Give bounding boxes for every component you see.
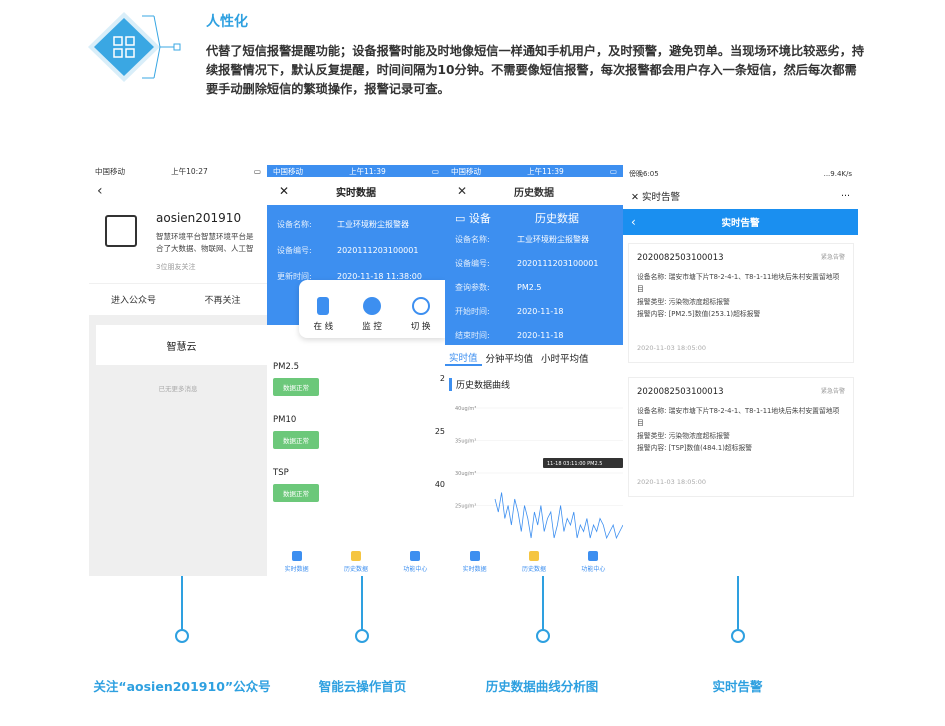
back-icon[interactable]: ‹ <box>97 183 103 199</box>
no-more-messages: 已无更多消息 <box>158 385 198 393</box>
caption-history-chart: 历史数据曲线分析图 <box>485 679 599 694</box>
y-tick-label: 30ug/m³ <box>455 471 476 477</box>
tab-realtime-value[interactable]: 实时值 <box>445 350 482 366</box>
back-icon[interactable]: ‹ <box>631 215 636 229</box>
status-badge: 数据正常 <box>273 431 319 449</box>
function-menu: 在 线 监 控 切 换 <box>299 280 445 338</box>
menu-online[interactable]: 在 线 <box>313 297 333 332</box>
tab-functions[interactable]: 功能中心 <box>581 549 605 576</box>
realtime-data-screen: 中国移动 上午11:39 ▭ ✕ 实时数据 设备名称: 工业环境粉尘报警器 设备编… <box>267 165 445 576</box>
monitor-icon: ▭ <box>455 212 466 225</box>
list-item: TSP 数据正常 40 <box>273 468 445 521</box>
connector-dot <box>355 629 369 643</box>
close-icon[interactable]: ✕ <box>457 184 467 198</box>
tooltip-text: 11-18 03:11:00 PM2.5 <box>547 461 602 467</box>
enter-account-button[interactable]: 进入公众号 <box>89 293 178 306</box>
caption-realtime-alarm: 实时告警 <box>712 679 763 694</box>
camera-icon <box>362 297 381 315</box>
history-tab[interactable]: 历史数据 <box>535 210 579 226</box>
close-icon[interactable]: ✕ <box>279 184 289 198</box>
connector-dot <box>175 629 189 643</box>
chart-title: 历史数据曲线 <box>449 378 510 391</box>
status-bar: 中国移动 上午11:39 ▭ <box>273 166 439 176</box>
caption-home: 智能云操作首页 <box>318 679 407 694</box>
status-bar: 傍晚6:05 ...9.4K/s <box>629 170 852 178</box>
feature-diamond-icon <box>88 12 181 82</box>
history-line-chart: 40ug/m³ 35ug/m³ 30ug/m³ 25ug/m³ 11-18 03:11:… <box>455 406 623 540</box>
query-info: ▭ 设备 历史数据 设备名称: 工业环境粉尘报警器 设备编号: 2020111203… <box>445 205 623 345</box>
cube-icon <box>588 551 599 561</box>
connector-dot <box>731 629 745 643</box>
bottom-tab-bar: 实时数据 历史数据 功能中心 <box>267 549 445 576</box>
online-icon <box>317 297 330 315</box>
feature-title: 人性化 <box>206 14 248 30</box>
alarm-card[interactable]: 2020082503100013 紧急告警 设备名称: 瑞安市塘下片T8-2-4-… <box>628 243 854 363</box>
battery-icon: ▭ <box>253 166 261 176</box>
page-title: 实时告警 <box>721 218 760 229</box>
unfollow-button[interactable]: 不再关注 <box>178 293 267 306</box>
account-name: aosien201910 <box>156 211 242 225</box>
list-item: PM2.5 数据正常 2 <box>273 362 445 415</box>
device-tab[interactable]: ▭ 设备 <box>455 210 535 226</box>
alarm-card[interactable]: 2020082503100013 紧急告警 设备名称: 瑞安市塘下片T8-2-4-… <box>628 377 854 497</box>
page-title: 历史数据 <box>514 187 554 199</box>
connector-line <box>181 576 183 630</box>
page-title: 实时数据 <box>336 187 376 199</box>
book-icon <box>350 551 361 561</box>
alarm-level: 紧急告警 <box>820 254 845 261</box>
close-icon[interactable]: ✕ <box>631 192 639 203</box>
cube-icon <box>410 551 421 561</box>
monitor-icon <box>469 551 480 561</box>
status-badge: 数据正常 <box>273 378 319 396</box>
tab-minute-avg[interactable]: 分钟平均值 <box>482 351 538 365</box>
monitor-icon <box>291 551 302 561</box>
connector-line <box>542 576 544 630</box>
realtime-alarm-screen: 傍晚6:05 ...9.4K/s ✕ 实时告警 ··· ‹ 实时告警 20200… <box>623 165 858 505</box>
battery-icon: ▭ <box>431 166 439 176</box>
value-tabs: 实时值 分钟平均值 小时平均值 <box>445 348 623 368</box>
tab-history[interactable]: 历史数据 <box>522 549 546 576</box>
bottom-tab-bar: 实时数据 历史数据 功能中心 <box>445 549 623 576</box>
friends-following: 3位朋友关注 <box>156 263 196 271</box>
connector-line <box>361 576 363 630</box>
menu-switch[interactable]: 切 换 <box>411 297 430 332</box>
status-badge: 数据正常 <box>273 484 319 502</box>
alarm-level: 紧急告警 <box>820 388 845 395</box>
y-tick-label: 25ug/m³ <box>455 504 476 510</box>
tab-hour-avg[interactable]: 小时平均值 <box>537 351 593 365</box>
wechat-account-screen: 中国移动 上午10:27 ▭ ‹ aosien201910 智慧环境平台智慧环境… <box>89 165 267 576</box>
book-icon <box>528 551 539 561</box>
y-tick-label: 35ug/m³ <box>455 439 476 445</box>
tab-realtime[interactable]: 实时数据 <box>285 549 309 576</box>
tab-functions[interactable]: 功能中心 <box>403 549 427 576</box>
account-description: 智慧环境平台智慧环境平台是 合了大数据、物联网、人工智 <box>156 232 254 253</box>
list-item: PM10 数据正常 25 <box>273 415 445 468</box>
y-tick-label: 40ug/m³ <box>455 406 476 412</box>
battery-icon: ▭ <box>609 166 617 176</box>
connector-line <box>737 576 739 630</box>
menu-card-zhihuiyun[interactable]: 智慧云 <box>96 325 267 365</box>
history-data-screen: 中国移动 上午11:39 ▭ ✕ 历史数据 ▭ 设备 历史数据 设备名称: 工业环… <box>445 165 623 576</box>
tab-history[interactable]: 历史数据 <box>344 549 368 576</box>
feature-description: 代替了短信报警提醒功能；设备报警时能及时地像短信一样通知手机用户，及时预警，避免… <box>206 44 865 96</box>
status-bar: 中国移动 上午11:39 ▭ <box>451 166 617 176</box>
avatar <box>105 215 137 247</box>
connector-dot <box>536 629 550 643</box>
more-icon[interactable]: ··· <box>841 191 850 202</box>
tab-realtime[interactable]: 实时数据 <box>463 549 487 576</box>
switch-icon <box>411 297 430 315</box>
caption-follow-account: 关注“aosien201910”公众号 <box>93 679 271 694</box>
status-bar: 中国移动 上午10:27 ▭ <box>95 166 261 176</box>
series-line <box>494 492 623 540</box>
menu-monitor[interactable]: 监 控 <box>362 297 382 332</box>
nav-title: ✕ 实时告警 <box>631 192 681 203</box>
